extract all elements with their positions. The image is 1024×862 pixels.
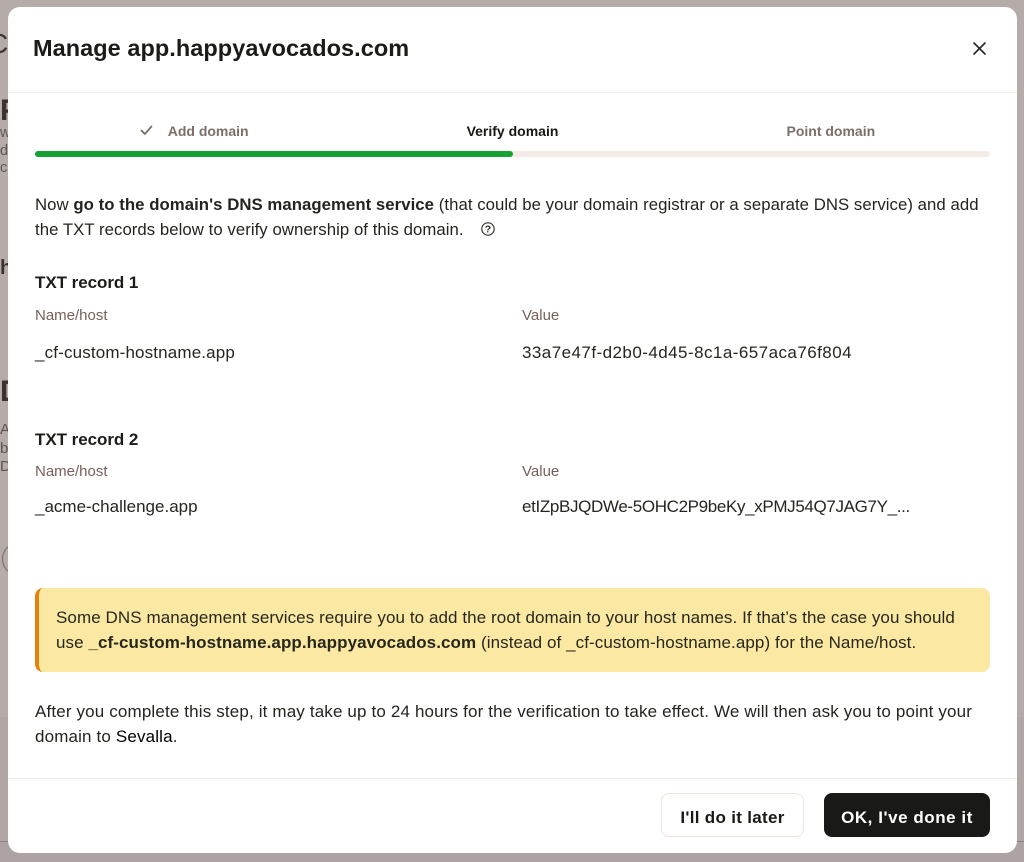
- svg-text:?: ?: [484, 223, 490, 235]
